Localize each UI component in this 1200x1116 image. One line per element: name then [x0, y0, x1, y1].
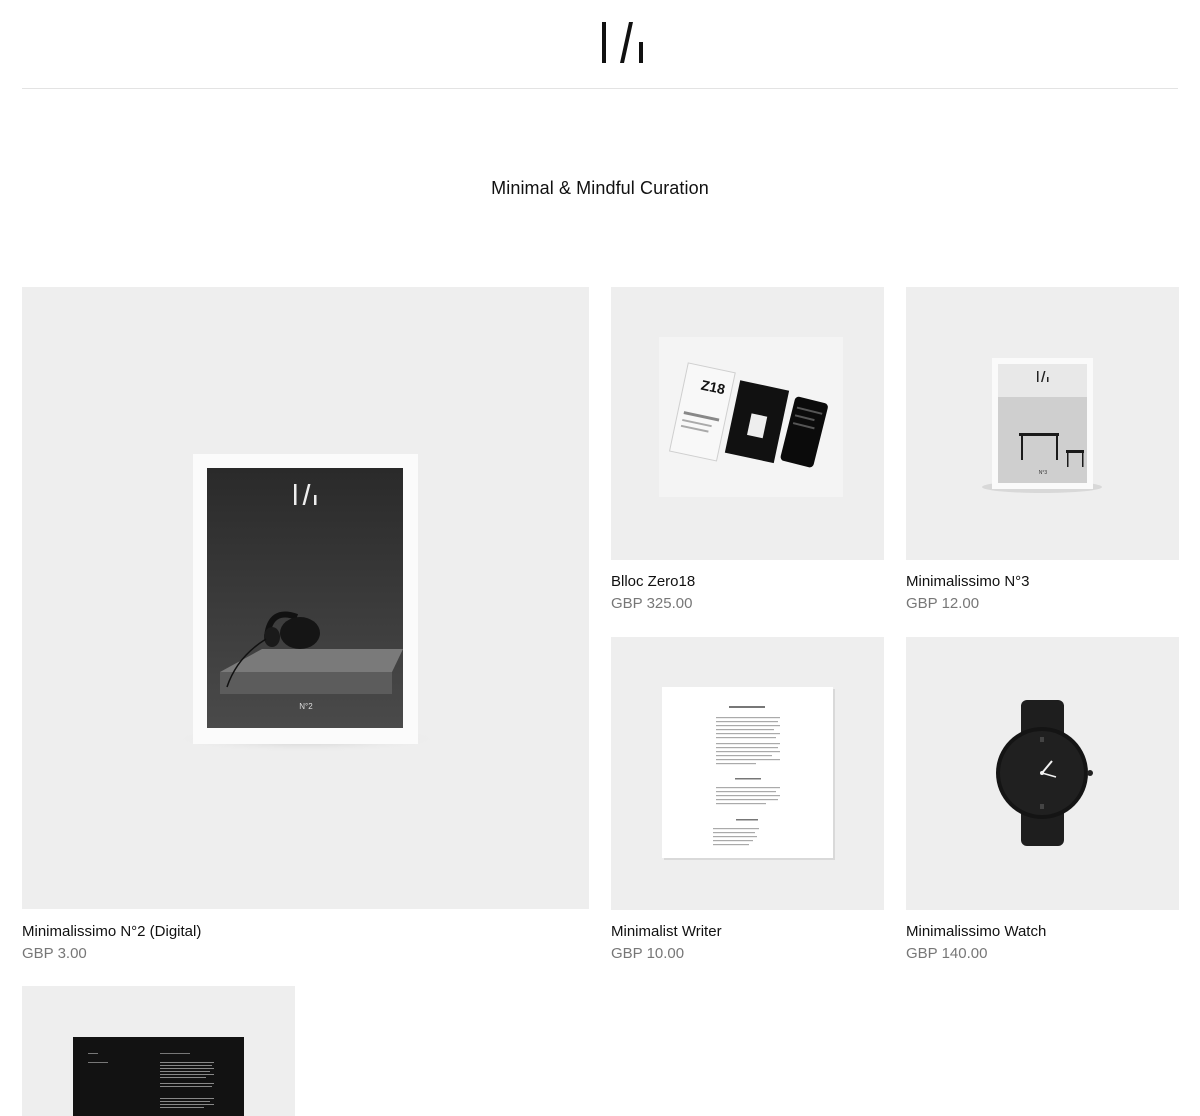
phone-box-icon — [659, 337, 843, 497]
black-watch-icon — [996, 700, 1093, 846]
product-price: GBP 10.00 — [611, 945, 685, 962]
dark-document-icon — [73, 1037, 244, 1116]
magazine-cover-table-icon — [982, 358, 1102, 493]
product-image-blloc-zero18[interactable]: Z18 — [611, 287, 884, 560]
product-image-dark-document[interactable] — [22, 986, 295, 1116]
product-price: GBP 12.00 — [906, 595, 980, 612]
product-name[interactable]: Minimalissimo N°3 — [906, 573, 1030, 590]
product-image-watch[interactable] — [906, 637, 1179, 910]
cover-label: N°3 — [1038, 470, 1048, 476]
product-name[interactable]: Minimalissimo Watch — [906, 923, 1046, 940]
product-image-magazine-n2[interactable]: N°2 — [22, 287, 589, 909]
product-name[interactable]: Minimalissimo N°2 (Digital) — [22, 923, 201, 940]
product-price: GBP 3.00 — [22, 945, 87, 962]
product-price: GBP 325.00 — [611, 595, 693, 612]
product-name[interactable]: Minimalist Writer — [611, 923, 722, 940]
product-image-magazine-n3[interactable]: N°3 — [906, 287, 1179, 560]
product-price: GBP 140.00 — [906, 945, 988, 962]
minimalissimo-logo[interactable] — [600, 20, 646, 65]
cover-label: N°2 — [299, 702, 313, 711]
page-tagline: Minimal & Mindful Curation — [491, 178, 709, 198]
magazine-cover-headphones-icon — [166, 454, 446, 753]
product-name[interactable]: Blloc Zero18 — [611, 573, 695, 590]
site-header — [22, 0, 1178, 89]
product-image-minimalist-writer[interactable] — [611, 637, 884, 910]
document-page-icon — [662, 687, 835, 860]
